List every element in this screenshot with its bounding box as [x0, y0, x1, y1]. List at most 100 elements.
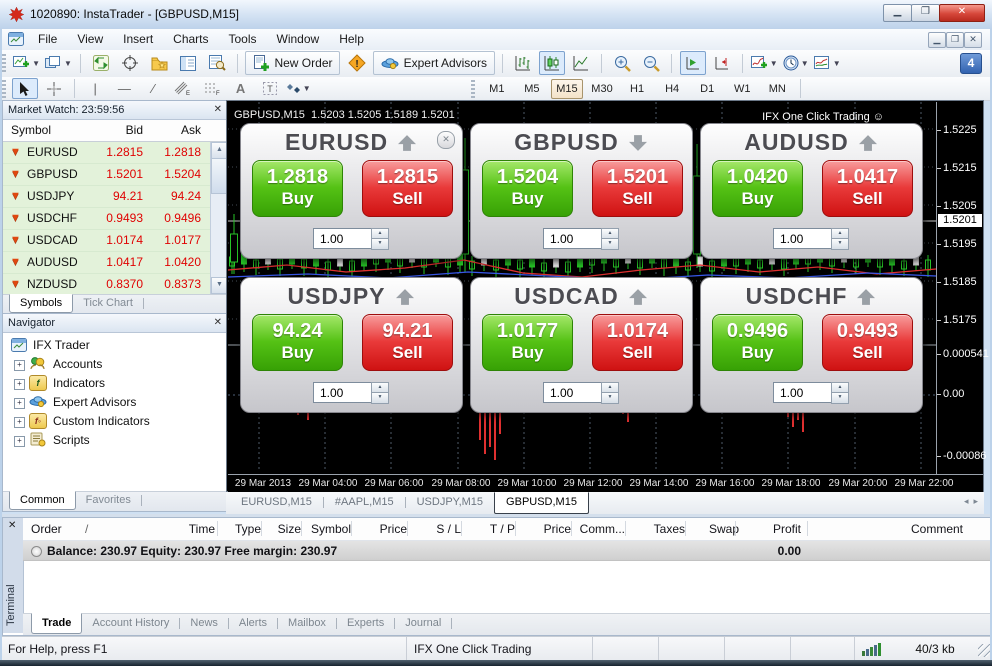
spin-down-icon[interactable]: ▼	[601, 238, 619, 250]
tab-favorites[interactable]: Favorites	[76, 492, 141, 509]
maximize-button[interactable]: ❐	[911, 4, 940, 22]
timeframe-mn[interactable]: MN	[761, 79, 793, 99]
menu-insert[interactable]: Insert	[113, 29, 163, 50]
tree-item-custom-indicators[interactable]: + f◦ Custom Indicators	[3, 412, 227, 431]
volume-input[interactable]	[543, 228, 607, 249]
buy-button[interactable]: 1.5204Buy	[482, 160, 573, 217]
menu-charts[interactable]: Charts	[163, 29, 218, 50]
menu-help[interactable]: Help	[329, 29, 374, 50]
scroll-up-icon[interactable]: ▲	[211, 142, 227, 159]
buy-button[interactable]: 1.0420Buy	[712, 160, 803, 217]
time-scale[interactable]: 29 Mar 2013 29 Mar 04:00 29 Mar 06:00 29…	[228, 474, 983, 492]
tab-mailbox[interactable]: Mailbox	[278, 614, 336, 633]
sell-button[interactable]: 1.2815Sell	[362, 160, 453, 217]
tree-item-expert-advisors[interactable]: + Expert Advisors	[3, 393, 227, 412]
timeframe-m5[interactable]: M5	[516, 79, 548, 99]
minimize-button[interactable]: ▁	[883, 4, 912, 22]
spin-down-icon[interactable]: ▼	[831, 238, 849, 250]
terminal-close-icon[interactable]: ✕	[8, 520, 16, 531]
col-type[interactable]: Type	[221, 522, 261, 536]
column-bid[interactable]: Bid	[93, 123, 143, 137]
col-swap[interactable]: Swap	[689, 522, 739, 536]
market-watch-row[interactable]: ▼USDJPY94.2194.24	[3, 186, 227, 208]
close-button[interactable]: ✕	[939, 4, 985, 22]
sell-button[interactable]: 1.0174Sell	[592, 314, 683, 371]
col-taxes[interactable]: Taxes	[629, 522, 685, 536]
line-chart-button[interactable]	[568, 51, 594, 75]
balance-row[interactable]: Balance: 230.97 Equity: 230.97 Free marg…	[23, 541, 991, 561]
warning-button[interactable]: !	[344, 51, 370, 75]
trend-up-arrow-icon[interactable]	[855, 285, 877, 312]
sell-button[interactable]: 1.5201Sell	[592, 160, 683, 217]
spin-down-icon[interactable]: ▼	[601, 392, 619, 404]
crosshair-mode-button[interactable]	[41, 78, 67, 99]
trend-up-arrow-icon[interactable]	[627, 285, 649, 312]
periods-button[interactable]: ▼	[782, 51, 810, 75]
timeframe-m30[interactable]: M30	[586, 79, 618, 99]
zoom-out-button[interactable]	[638, 51, 664, 75]
tab-account-history[interactable]: Account History	[82, 614, 179, 633]
vertical-line-tool-button[interactable]: |	[82, 78, 108, 99]
market-watch-toggle-button[interactable]	[175, 51, 201, 75]
trend-up-arrow-icon[interactable]	[396, 131, 418, 158]
expand-icon[interactable]: +	[14, 379, 25, 390]
market-watch-row[interactable]: ▼GBPUSD1.52011.5204	[3, 164, 227, 186]
connection-status-icon[interactable]	[862, 643, 881, 656]
volume-input[interactable]	[313, 382, 377, 403]
tab-alerts[interactable]: Alerts	[229, 614, 277, 633]
col-tp[interactable]: T / P	[465, 522, 515, 536]
volume-input[interactable]	[773, 228, 837, 249]
chart-tab-gbpusd[interactable]: GBPUSD,M15	[494, 492, 589, 514]
column-ask[interactable]: Ask	[151, 123, 201, 137]
market-watch-scrollbar[interactable]: ▲ ▼	[210, 142, 227, 294]
price-scale[interactable]: 1.5225 1.5215 1.5205 1.5201 1.5195 1.518…	[936, 102, 984, 474]
indicators-button[interactable]: ▼	[750, 51, 779, 75]
sell-button[interactable]: 1.0417Sell	[822, 160, 913, 217]
volume-input[interactable]	[773, 382, 837, 403]
col-profit[interactable]: Profit	[739, 522, 801, 536]
market-watch-close-icon[interactable]: ✕	[214, 101, 222, 119]
tree-item-accounts[interactable]: + Accounts	[3, 355, 227, 374]
buy-button[interactable]: 1.0177Buy	[482, 314, 573, 371]
cursor-tool-button[interactable]	[12, 78, 38, 99]
column-symbol[interactable]: Symbol	[11, 123, 51, 137]
child-minimize-button[interactable]: ▁	[928, 32, 946, 48]
profiles-button[interactable]: ▼	[44, 51, 73, 75]
market-watch-row[interactable]: ▼NZDUSD0.83700.8373	[3, 274, 227, 294]
buy-button[interactable]: 0.9496Buy	[712, 314, 803, 371]
chart-tab-eurusd[interactable]: EURUSD,M15	[230, 493, 323, 513]
child-close-button[interactable]: ✕	[964, 32, 982, 48]
trend-up-arrow-icon[interactable]	[394, 285, 416, 312]
child-restore-button[interactable]: ❐	[946, 32, 964, 48]
tab-news[interactable]: News	[180, 614, 228, 633]
text-tool-button[interactable]: A	[228, 78, 254, 99]
data-window-button[interactable]	[204, 51, 230, 75]
auto-scroll-button[interactable]	[680, 51, 706, 75]
col-price[interactable]: Price	[355, 522, 407, 536]
chart-shift-button[interactable]	[709, 51, 735, 75]
new-chart-button[interactable]: ▼	[12, 51, 41, 75]
templates-button[interactable]: ▼	[813, 51, 842, 75]
toolbar-grip[interactable]	[2, 80, 6, 98]
arrows-tool-button[interactable]: ▼	[286, 78, 312, 99]
crosshair-tool-button[interactable]	[117, 51, 143, 75]
scroll-down-icon[interactable]: ▼	[211, 277, 227, 294]
fibonacci-tool-button[interactable]: F	[199, 78, 225, 99]
market-watch-row[interactable]: ▼AUDUSD1.04171.0420	[3, 252, 227, 274]
volume-input[interactable]	[543, 382, 607, 403]
timeframe-h4[interactable]: H4	[656, 79, 688, 99]
spin-down-icon[interactable]: ▼	[371, 392, 389, 404]
tile-windows-button[interactable]	[88, 51, 114, 75]
col-symbol[interactable]: Symbol	[305, 522, 351, 536]
market-watch-row[interactable]: ▼EURUSD1.28151.2818	[3, 142, 227, 164]
expert-advisors-button[interactable]: Expert Advisors	[373, 51, 495, 75]
col-time[interactable]: Time	[123, 522, 215, 536]
sell-button[interactable]: 94.21Sell	[362, 314, 453, 371]
volume-input[interactable]	[313, 228, 377, 249]
tab-common[interactable]: Common	[9, 491, 76, 510]
candlestick-chart-button[interactable]	[539, 51, 565, 75]
col-order[interactable]: Order	[31, 522, 62, 536]
menu-tools[interactable]: Tools	[219, 29, 267, 50]
market-watch-row[interactable]: ▼USDCHF0.94930.9496	[3, 208, 227, 230]
smiley-icon[interactable]: ☺	[873, 111, 884, 123]
